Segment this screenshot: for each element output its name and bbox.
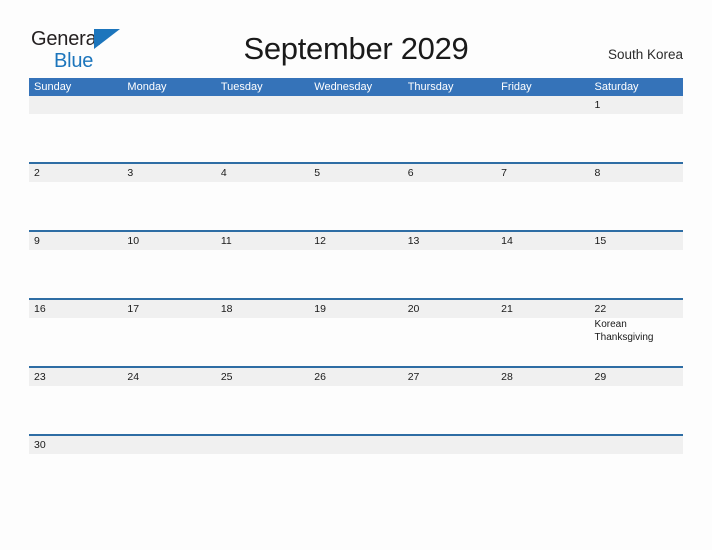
weekday-sunday: Sunday	[34, 81, 72, 93]
calendar-day-cell	[309, 96, 402, 161]
calendar-day-cells: 2 3 4 5 6 7 8	[29, 164, 683, 229]
calendar-day-cell	[216, 436, 309, 458]
calendar-day-number: 12	[314, 235, 326, 247]
calendar-day-cell	[122, 436, 215, 458]
calendar-day-cell[interactable]: 29	[590, 368, 683, 433]
calendar-day-cell[interactable]: 5	[309, 164, 402, 229]
calendar-day-cell[interactable]: 7	[496, 164, 589, 229]
calendar-day-number: 30	[34, 439, 46, 451]
weekday-thursday: Thursday	[407, 81, 454, 93]
calendar-day-cell[interactable]: 6	[403, 164, 496, 229]
calendar-day-number: 4	[220, 167, 227, 179]
page-title: September 2029	[243, 31, 469, 66]
calendar-day-number: 9	[34, 235, 40, 247]
calendar-day-number: 20	[407, 303, 420, 315]
calendar-weeks: 1 2 3 4 5 6 7 8 9 10 11 12 13 14 15 16 17 18 19 20 21 22 Korea…	[29, 96, 683, 458]
calendar-day-cell[interactable]: 18	[216, 300, 309, 365]
calendar-day-event: Korean Thanksgiving	[594, 319, 654, 343]
calendar-day-number: 23	[34, 371, 46, 383]
calendar-day-cell	[122, 96, 215, 161]
calendar-day-cell	[403, 436, 496, 458]
calendar-day-cell	[496, 96, 589, 161]
calendar-week-row: 2 3 4 5 6 7 8	[29, 162, 683, 229]
calendar-day-number: 24	[127, 371, 140, 383]
calendar-day-cell[interactable]: 22 Korean Thanksgiving	[590, 300, 683, 365]
calendar-day-cell[interactable]: 24	[122, 368, 215, 433]
calendar-day-number: 19	[314, 303, 326, 315]
calendar-week-row: 1	[29, 96, 683, 161]
calendar-day-number: 16	[34, 303, 46, 315]
calendar-day-number: 22	[594, 303, 607, 315]
calendar-day-cell[interactable]: 2	[29, 164, 122, 229]
calendar-day-number: 15	[594, 235, 607, 247]
calendar-day-number: 1	[594, 99, 601, 111]
calendar-day-number: 26	[314, 371, 326, 383]
weekday-monday: Monday	[127, 81, 167, 93]
calendar-day-cell	[496, 436, 589, 458]
calendar-day-number: 11	[220, 235, 232, 247]
calendar-week-row: 30	[29, 434, 683, 458]
calendar-day-cells: 23 24 25 26 27 28 29	[29, 368, 683, 433]
calendar-day-cell[interactable]: 8	[590, 164, 683, 229]
calendar-day-cell[interactable]: 4	[216, 164, 309, 229]
calendar-week-row: 9 10 11 12 13 14 15	[29, 230, 683, 297]
calendar-day-number: 3	[127, 167, 134, 179]
calendar-day-cell[interactable]: 3	[122, 164, 215, 229]
calendar-day-number: 8	[594, 167, 601, 179]
calendar-day-cell[interactable]: 16	[29, 300, 122, 365]
calendar-day-cell	[403, 96, 496, 161]
calendar-day-number: 29	[594, 371, 607, 383]
weekday-tuesday: Tuesday	[220, 81, 263, 93]
calendar-day-number: 7	[501, 167, 507, 179]
weekday-friday: Friday	[501, 81, 532, 93]
calendar-day-number: 27	[407, 371, 420, 383]
weekday-header-row: Sunday Monday Tuesday Wednesday Thursday…	[29, 78, 683, 96]
calendar-day-cell[interactable]: 25	[216, 368, 309, 433]
calendar-day-cell[interactable]: 27	[403, 368, 496, 433]
calendar-day-cells: 9 10 11 12 13 14 15	[29, 232, 683, 297]
calendar-day-cell[interactable]: 13	[403, 232, 496, 297]
calendar-day-number: 21	[501, 303, 513, 315]
calendar-day-cell[interactable]: 10	[122, 232, 215, 297]
region-label: South Korea	[607, 47, 683, 62]
weekday-saturday: Saturday	[594, 81, 639, 93]
page-header: General Blue September 2029 South Korea	[0, 0, 712, 71]
calendar-day-cells: 16 17 18 19 20 21 22 Korean Thanksgiving	[29, 300, 683, 365]
calendar-grid: Sunday Monday Tuesday Wednesday Thursday…	[29, 78, 683, 458]
calendar-day-cell[interactable]: 20	[403, 300, 496, 365]
calendar-day-cell[interactable]: 1	[590, 96, 683, 161]
calendar-day-cell[interactable]: 30	[29, 436, 122, 458]
calendar-day-cell	[216, 96, 309, 161]
calendar-day-cell[interactable]: 19	[309, 300, 402, 365]
calendar-week-row: 16 17 18 19 20 21 22 Korean Thanksgiving	[29, 298, 683, 365]
calendar-day-cell[interactable]: 14	[496, 232, 589, 297]
calendar-day-cell[interactable]: 12	[309, 232, 402, 297]
calendar-day-number: 28	[501, 371, 513, 383]
calendar-day-cells: 1	[29, 96, 683, 161]
calendar-day-cell[interactable]: 23	[29, 368, 122, 433]
calendar-week-row: 23 24 25 26 27 28 29	[29, 366, 683, 433]
calendar-day-cell[interactable]: 17	[122, 300, 215, 365]
calendar-day-number: 13	[407, 235, 420, 247]
calendar-day-cell	[309, 436, 402, 458]
calendar-day-cell[interactable]: 15	[590, 232, 683, 297]
calendar-day-number: 25	[220, 371, 233, 383]
calendar-day-number: 10	[127, 235, 140, 247]
calendar-day-number: 14	[501, 235, 513, 247]
calendar-day-number: 6	[407, 167, 414, 179]
calendar-day-cell[interactable]: 26	[309, 368, 402, 433]
calendar-day-cell[interactable]: 21	[496, 300, 589, 365]
calendar-day-cell[interactable]: 11	[216, 232, 309, 297]
weekday-wednesday: Wednesday	[314, 81, 373, 93]
calendar-day-number: 18	[220, 303, 233, 315]
calendar-day-number: 5	[314, 167, 321, 179]
calendar-day-cells: 30	[29, 436, 683, 458]
calendar-day-cell	[590, 436, 683, 458]
calendar-day-number: 17	[127, 303, 140, 315]
calendar-day-cell	[29, 96, 122, 161]
calendar-day-cell[interactable]: 28	[496, 368, 589, 433]
calendar-day-cell[interactable]: 9	[29, 232, 122, 297]
calendar-day-number: 2	[34, 167, 40, 179]
